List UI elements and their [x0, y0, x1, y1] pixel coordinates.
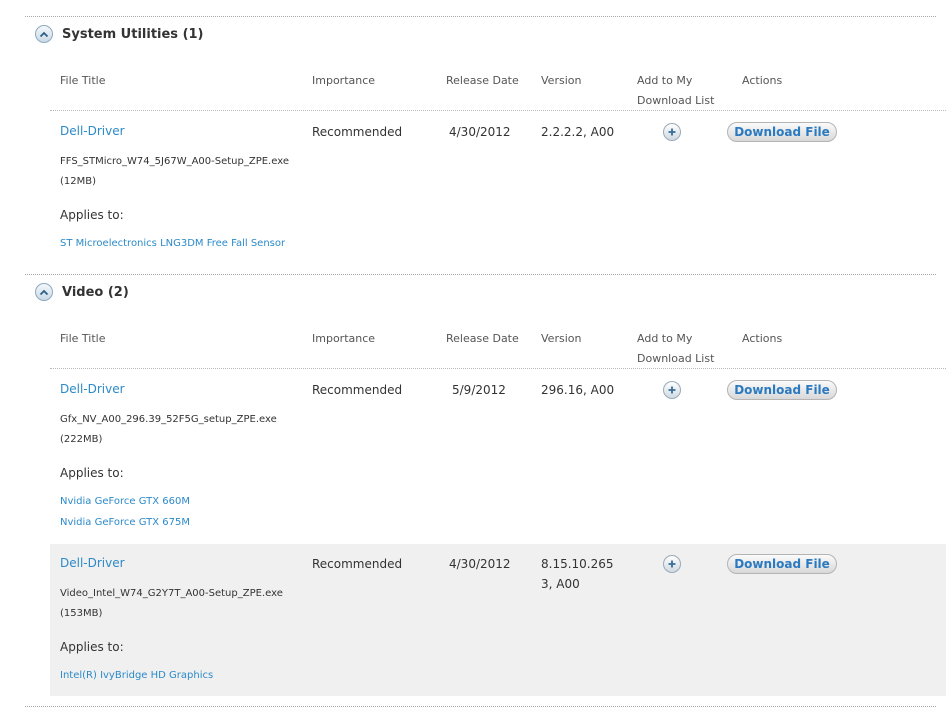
col-header-add-line2: Download List [637, 352, 715, 365]
file-name: Video_Intel_W74_G2Y7T_A00-Setup_ZPE.exe … [60, 584, 283, 624]
release-date-value: 5/9/2012 [452, 383, 506, 397]
col-header-add-to-list: Add to My Download List [637, 329, 714, 369]
col-header-version: Version [541, 74, 582, 87]
section-divider [25, 16, 936, 17]
col-header-version: Version [541, 332, 582, 345]
applies-to-list: ST Microelectronics LNG3DM Free Fall Sen… [60, 233, 285, 254]
header-rule [50, 110, 946, 111]
file-title-link[interactable]: Dell-Driver [60, 382, 125, 396]
col-header-release-date: Release Date [446, 74, 519, 87]
release-date-value: 4/30/2012 [449, 125, 511, 139]
col-header-release-date: Release Date [446, 332, 519, 345]
col-header-file-title: File Title [60, 74, 106, 87]
file-title-link[interactable]: Dell-Driver [60, 556, 125, 570]
applies-device-link[interactable]: Intel(R) IvyBridge HD Graphics [60, 670, 213, 681]
release-date-value: 4/30/2012 [449, 557, 511, 571]
applies-device-link[interactable]: ST Microelectronics LNG3DM Free Fall Sen… [60, 238, 285, 249]
download-file-button[interactable]: Download File [727, 380, 837, 400]
section-system-utilities: System Utilities (1) File Title Importan… [25, 16, 946, 276]
importance-value: Recommended [312, 125, 403, 139]
col-header-add-line1: Add to My [637, 332, 693, 345]
table-row: Dell-Driver Gfx_NV_A00_296.39_52F5G_setu… [50, 378, 946, 544]
collapse-chevron-up-icon[interactable] [35, 25, 53, 43]
download-file-button[interactable]: Download File [727, 122, 837, 142]
col-header-file-title: File Title [60, 332, 106, 345]
importance-value: Recommended [312, 557, 403, 571]
col-header-add-line2: Download List [637, 94, 715, 107]
section-title: Video (2) [62, 284, 129, 300]
applies-to-label: Applies to: [60, 208, 124, 222]
applies-to-list: Intel(R) IvyBridge HD Graphics [60, 665, 213, 686]
applies-to-label: Applies to: [60, 640, 124, 654]
file-name-text: FFS_STMicro_W74_5J67W_A00-Setup_ZPE.exe [60, 156, 289, 167]
download-file-button[interactable]: Download File [727, 554, 837, 574]
table-row: Dell-Driver Video_Intel_W74_G2Y7T_A00-Se… [50, 544, 946, 696]
section-divider [25, 706, 936, 707]
header-rule [50, 368, 946, 369]
version-line1: 8.15.10.265 [541, 557, 614, 571]
applies-device-link[interactable]: Nvidia GeForce GTX 660M [60, 496, 190, 507]
file-name-text: Video_Intel_W74_G2Y7T_A00-Setup_ZPE.exe [60, 588, 283, 599]
col-header-add-to-list: Add to My Download List [637, 71, 714, 111]
file-size: (222MB) [60, 434, 103, 445]
version-line1: 296.16, A00 [541, 383, 615, 397]
applies-device-link[interactable]: Nvidia GeForce GTX 675M [60, 517, 190, 528]
applies-to-label: Applies to: [60, 466, 124, 480]
collapse-chevron-up-icon[interactable] [35, 283, 53, 301]
file-title-link[interactable]: Dell-Driver [60, 124, 125, 138]
section-header[interactable]: Video (2) [35, 282, 129, 302]
add-to-list-plus-icon[interactable] [663, 381, 681, 399]
version-line1: 2.2.2.2, A00 [541, 125, 615, 139]
col-header-importance: Importance [312, 332, 376, 345]
driver-download-page: System Utilities (1) File Title Importan… [0, 0, 948, 728]
file-size: (153MB) [60, 608, 103, 619]
file-name: Gfx_NV_A00_296.39_52F5G_setup_ZPE.exe (2… [60, 410, 277, 450]
file-size: (12MB) [60, 176, 97, 187]
version-line2: 3, A00 [541, 577, 580, 591]
table-row: Dell-Driver FFS_STMicro_W74_5J67W_A00-Se… [50, 120, 946, 270]
applies-to-list: Nvidia GeForce GTX 660M Nvidia GeForce G… [60, 491, 190, 533]
section-video: Video (2) File Title Importance Release … [25, 274, 946, 714]
col-header-add-line1: Add to My [637, 74, 693, 87]
section-title: System Utilities (1) [62, 26, 204, 42]
add-to-list-plus-icon[interactable] [663, 555, 681, 573]
col-header-actions: Actions [742, 74, 783, 87]
version-value: 2.2.2.2, A00 [541, 122, 614, 142]
col-header-importance: Importance [312, 74, 376, 87]
col-header-actions: Actions [742, 332, 783, 345]
section-header[interactable]: System Utilities (1) [35, 24, 204, 44]
file-name-text: Gfx_NV_A00_296.39_52F5G_setup_ZPE.exe [60, 414, 277, 425]
version-value: 8.15.10.265 3, A00 [541, 554, 614, 594]
importance-value: Recommended [312, 383, 403, 397]
version-value: 296.16, A00 [541, 380, 614, 400]
file-name: FFS_STMicro_W74_5J67W_A00-Setup_ZPE.exe … [60, 152, 289, 192]
add-to-list-plus-icon[interactable] [663, 123, 681, 141]
